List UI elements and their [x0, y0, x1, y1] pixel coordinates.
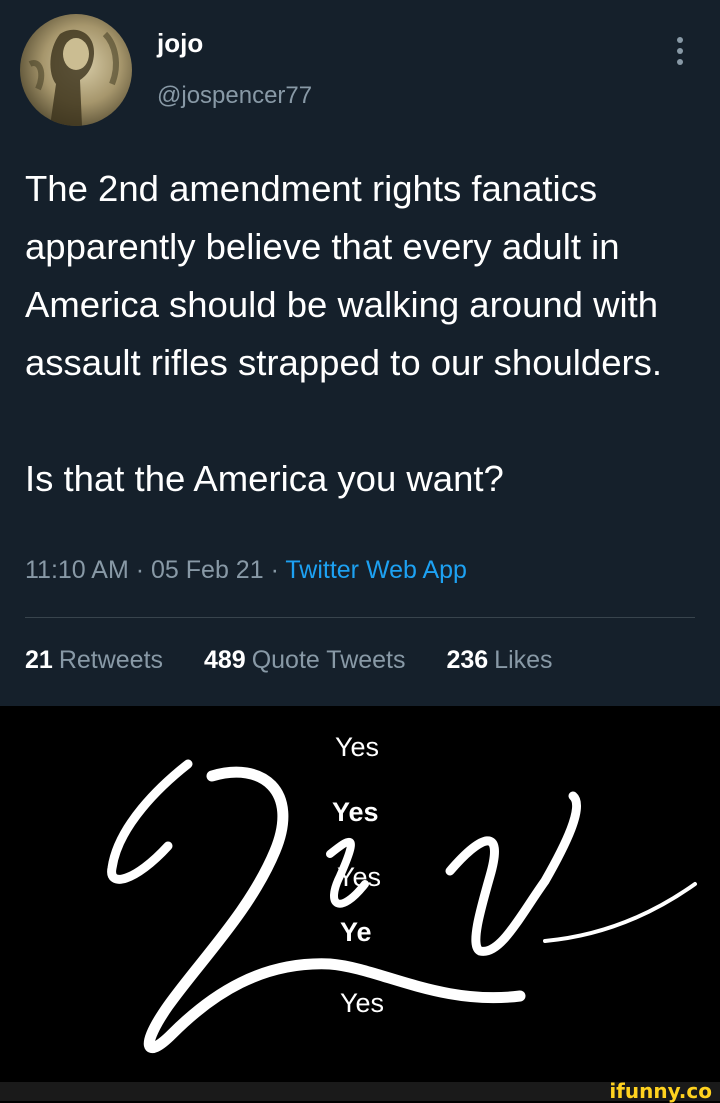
vertical-ellipsis-icon[interactable] — [670, 34, 690, 68]
stat-label: Likes — [494, 646, 553, 674]
tweet-text: The 2nd amendment rights fanatics appare… — [25, 168, 663, 499]
stat-count: 236 — [446, 646, 489, 674]
quote-tweets-stat[interactable]: 489 Quote Tweets — [204, 646, 406, 674]
meta-separator: · — [270, 556, 279, 584]
stat-count: 21 — [25, 646, 53, 674]
ifunny-watermark: ifunny.co — [609, 1079, 712, 1103]
stat-label: Retweets — [58, 646, 164, 674]
retweets-stat[interactable]: 21 Retweets — [25, 646, 163, 674]
script-yes-drawing — [107, 759, 697, 1054]
avatar-photo — [28, 29, 119, 126]
tweet-date[interactable]: 05 Feb 21 — [151, 556, 264, 584]
tweet-stats: 21 Retweets 489 Quote Tweets 236 Likes — [25, 646, 587, 675]
meta-separator: · — [135, 556, 145, 584]
display-name[interactable]: jojo — [157, 28, 203, 59]
stat-count: 489 — [203, 646, 246, 674]
tweet-card: jojo @jospencer77 The 2nd amendment righ… — [0, 0, 720, 706]
tweet-source[interactable]: Twitter Web App — [285, 556, 467, 584]
avatar[interactable] — [20, 14, 132, 126]
stat-label: Quote Tweets — [251, 646, 406, 674]
tweet-metadata: 11:10 AM · 05 Feb 21 · Twitter Web App — [25, 556, 467, 585]
divider — [25, 617, 695, 618]
likes-stat[interactable]: 236 Likes — [446, 646, 552, 674]
user-handle[interactable]: @jospencer77 — [157, 82, 312, 110]
tweet-time[interactable]: 11:10 AM — [25, 556, 129, 584]
